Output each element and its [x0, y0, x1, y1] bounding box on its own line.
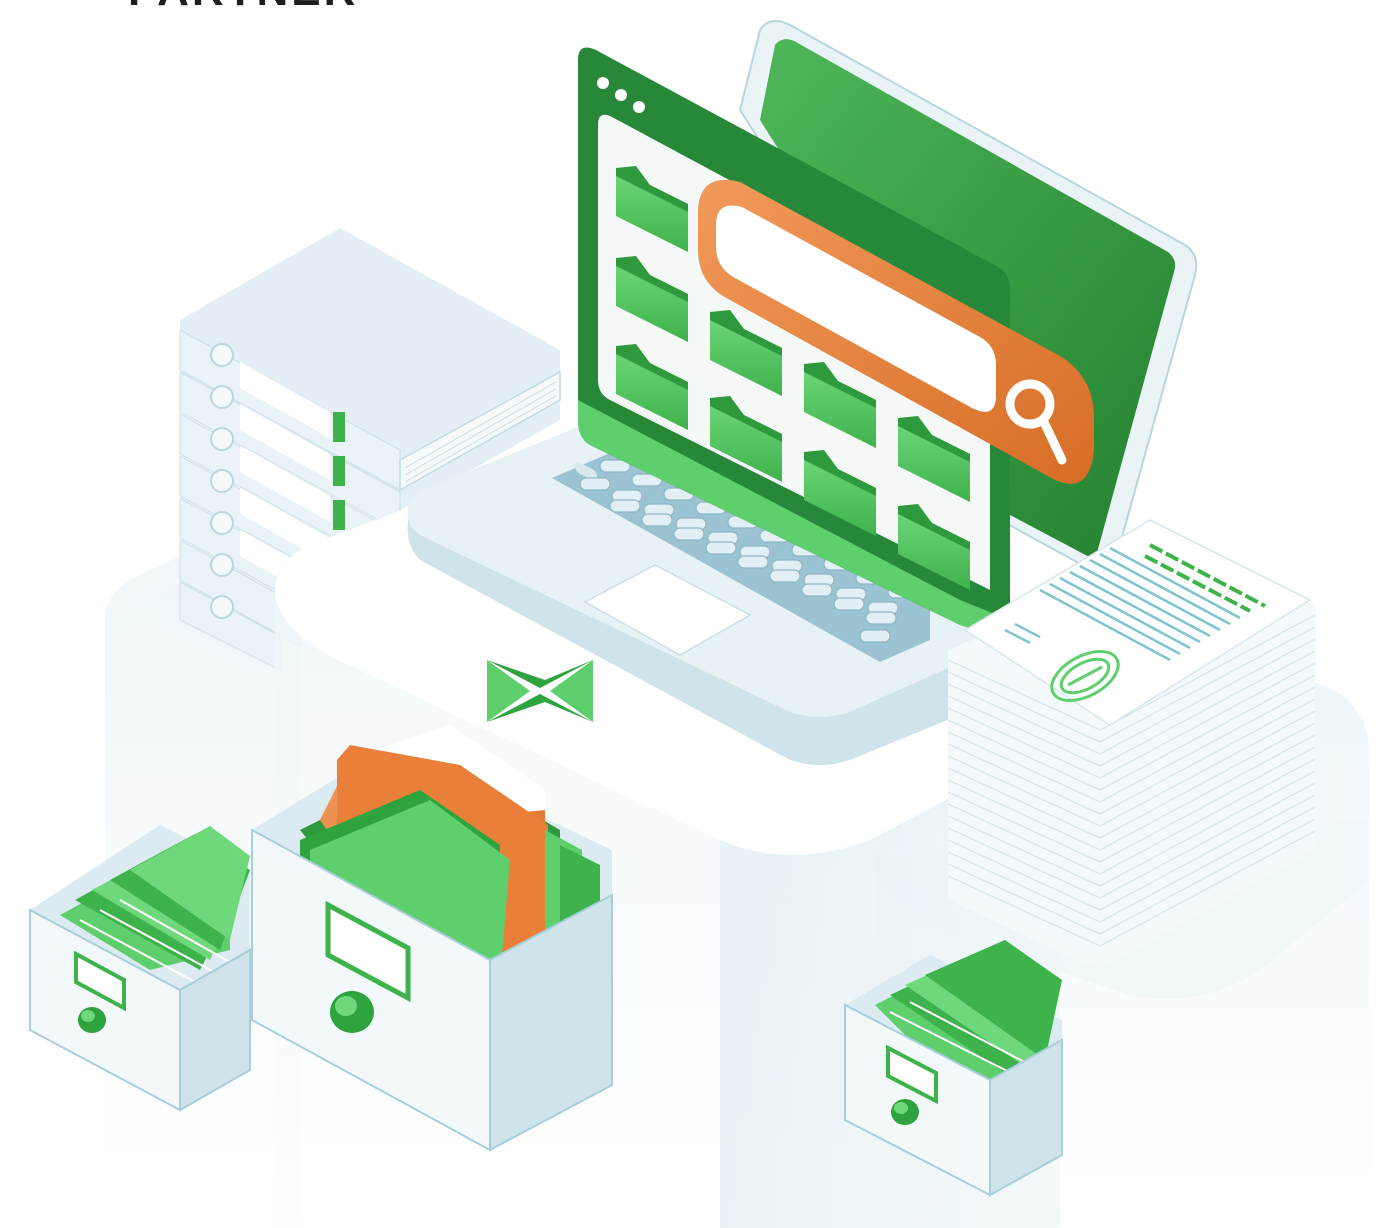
left-drawer — [29, 825, 251, 1112]
drawer-knob-icon — [78, 1007, 106, 1033]
archive-illustration — [29, 20, 1370, 1228]
drawer-knob-icon — [330, 991, 374, 1033]
drawer-knob-icon — [891, 1099, 919, 1125]
